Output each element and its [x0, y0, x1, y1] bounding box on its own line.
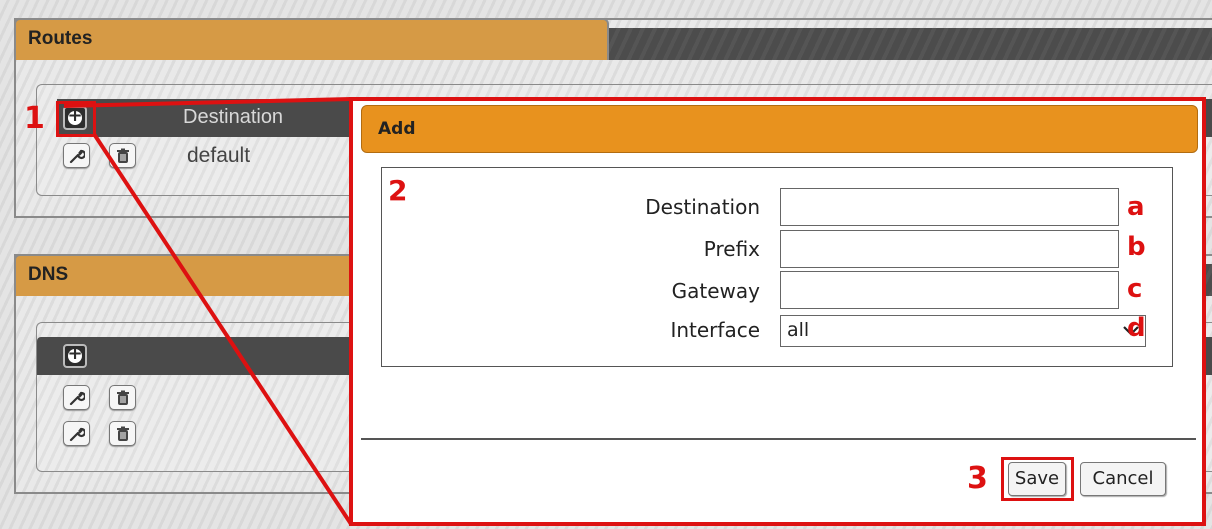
prefix-field[interactable]: [780, 230, 1119, 268]
edit-dns-button[interactable]: [63, 385, 90, 410]
annotation-c: c: [1127, 274, 1143, 304]
annotation-box-add-button: [56, 101, 96, 137]
wrench-icon: [69, 391, 85, 406]
trash-icon: [117, 148, 129, 163]
add-route-dialog: Add 2 Destination a Prefix b Gateway c I…: [349, 97, 1206, 526]
gateway-field[interactable]: [780, 271, 1119, 309]
routes-header-bar: [609, 28, 1212, 60]
trash-icon: [117, 390, 129, 405]
dialog-title-bar: Add: [361, 105, 1198, 153]
destination-field[interactable]: [780, 188, 1119, 226]
column-destination: Destination: [183, 106, 284, 128]
delete-route-button[interactable]: [109, 143, 136, 168]
destination-label: Destination: [645, 195, 760, 219]
annotation-step-3: 3: [967, 461, 988, 496]
delete-dns-button[interactable]: [109, 421, 136, 446]
dns-title: DNS: [28, 264, 69, 285]
annotation-a: a: [1127, 192, 1145, 222]
interface-selected-value: all: [787, 319, 810, 341]
interface-select[interactable]: all: [780, 315, 1146, 347]
dialog-divider: [361, 438, 1196, 440]
edit-route-button[interactable]: [63, 143, 90, 168]
wrench-icon: [69, 427, 85, 442]
annotation-d: d: [1127, 313, 1146, 343]
wrench-icon: [69, 149, 85, 164]
delete-dns-button[interactable]: [109, 385, 136, 410]
routes-title: Routes: [28, 28, 93, 49]
annotation-b: b: [1127, 232, 1146, 262]
route-destination-value: default: [187, 144, 251, 167]
route-form: 2 Destination a Prefix b Gateway c Inter…: [381, 167, 1173, 367]
routes-panel-header: Routes: [14, 18, 1212, 60]
edit-dns-button[interactable]: [63, 421, 90, 446]
prefix-label: Prefix: [703, 237, 760, 261]
cancel-button[interactable]: Cancel: [1080, 462, 1166, 496]
dialog-title: Add: [378, 119, 416, 139]
save-button[interactable]: Save: [1008, 462, 1066, 496]
trash-icon: [117, 426, 129, 441]
interface-label: Interface: [670, 318, 760, 342]
routes-tab: Routes: [14, 18, 609, 60]
dns-add-button[interactable]: [63, 343, 87, 368]
gateway-label: Gateway: [671, 279, 760, 303]
annotation-step-2: 2: [388, 174, 408, 207]
annotation-step-1: 1: [24, 101, 45, 136]
